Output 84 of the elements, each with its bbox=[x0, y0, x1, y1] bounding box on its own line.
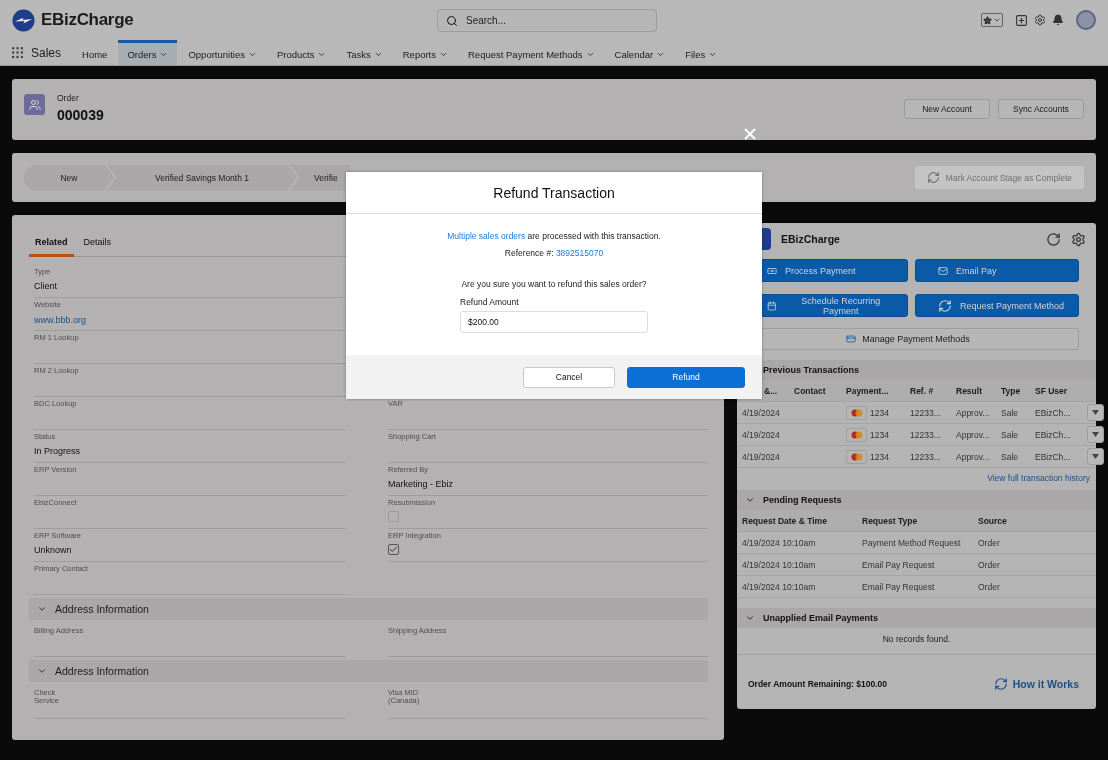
column-header: Payment... bbox=[846, 385, 890, 396]
nav-tab[interactable]: Reports bbox=[393, 40, 457, 65]
search-field[interactable]: Search... bbox=[437, 8, 657, 32]
panel-title: EBizCharge bbox=[781, 233, 840, 245]
column-header: &... bbox=[763, 385, 779, 396]
section-header[interactable]: Address Information bbox=[29, 660, 708, 682]
table-cell-text: Approv... bbox=[956, 451, 991, 462]
table-cell-text: Payment Method Request bbox=[862, 537, 962, 548]
table-cell-text: 12233... bbox=[910, 407, 942, 418]
refund-button[interactable]: Refund bbox=[627, 366, 745, 388]
amount-remaining: Order Amount Remaining: $100.00 bbox=[748, 679, 888, 689]
table-cell-text: Sale bbox=[1001, 451, 1019, 462]
reference-link[interactable]: 3892515070 bbox=[555, 248, 604, 258]
field-value: Unknown bbox=[34, 545, 73, 556]
column-header: Type bbox=[1001, 385, 1022, 396]
question-text: Are you sure you want to refund this sales order? bbox=[461, 279, 647, 289]
section-header[interactable]: Address Information bbox=[29, 598, 708, 620]
table-cell-text: Email Pay Request bbox=[862, 581, 936, 592]
path-stage[interactable]: Verifie bbox=[290, 164, 350, 191]
table-cell: 1234 bbox=[870, 451, 889, 462]
nav-tab[interactable]: Calendar bbox=[605, 40, 675, 65]
table-cell-text: Sale bbox=[1001, 429, 1019, 440]
table-cell-text: Order bbox=[978, 559, 1001, 570]
table-cell-text: 4/19/2024 bbox=[742, 429, 781, 440]
column-header: Request Date & Time bbox=[742, 515, 828, 526]
nav-tab[interactable]: Products bbox=[267, 40, 336, 65]
nav-tab[interactable]: Request Payment Methods bbox=[459, 40, 604, 65]
nav-tab[interactable]: Files bbox=[676, 40, 727, 65]
table-cell-text: EBizCh... bbox=[1035, 429, 1072, 440]
section-header[interactable]: Pending Requests bbox=[737, 490, 1096, 510]
header-button[interactable]: New Account bbox=[904, 99, 990, 119]
nav-tab[interactable]: Opportunities bbox=[179, 40, 266, 65]
column-header: Source bbox=[978, 515, 1008, 526]
tab[interactable]: Related bbox=[29, 232, 74, 257]
path-stage[interactable]: New bbox=[24, 164, 114, 191]
refund-amount-field[interactable]: $200.00 bbox=[460, 311, 648, 333]
brand-name: EBizCharge bbox=[41, 10, 134, 30]
action-button[interactable]: Email Pay bbox=[915, 259, 1079, 282]
sales-orders-link[interactable]: Multiple sales orders bbox=[447, 231, 526, 241]
table-cell-text: 4/19/2024 bbox=[742, 407, 781, 418]
cancel-button[interactable]: Cancel bbox=[523, 366, 615, 388]
record-type: Order bbox=[57, 93, 80, 103]
how-it-works-link[interactable]: How it Works bbox=[993, 677, 1079, 691]
dialog-title: Refund Transaction bbox=[493, 184, 615, 201]
table-cell-text: EBizCh... bbox=[1035, 451, 1072, 462]
tab[interactable]: Details bbox=[77, 232, 118, 257]
field-value: Client bbox=[34, 281, 58, 292]
table-cell-text: 4/19/2024 bbox=[742, 451, 781, 462]
column-header: Contact bbox=[794, 385, 827, 396]
nav-tab[interactable]: Orders bbox=[118, 40, 178, 65]
action-button[interactable]: Request Payment Method bbox=[915, 294, 1079, 317]
table-cell-text: EBizCh... bbox=[1035, 407, 1072, 418]
notice-text: Multiple sales orders are processed with this transaction. bbox=[447, 231, 661, 241]
table-cell-text: Order bbox=[978, 581, 1001, 592]
column-header: Ref. # bbox=[910, 385, 935, 396]
table-cell: 1234 bbox=[870, 407, 889, 418]
record-number: 000039 bbox=[57, 107, 104, 123]
table-cell-text: 4/19/2024 10:10am bbox=[742, 537, 817, 548]
table-cell-text: 12233... bbox=[910, 429, 942, 440]
field-label: Refund Amount bbox=[460, 297, 520, 307]
nav-tab[interactable]: Tasks bbox=[337, 40, 392, 65]
table-cell: 1234 bbox=[870, 429, 889, 440]
table-cell-text: 4/19/2024 10:10am bbox=[742, 559, 817, 570]
section-header[interactable]: Unapplied Email Payments bbox=[737, 608, 1096, 628]
table-cell-text: 12233... bbox=[910, 451, 942, 462]
table-cell-text: Order bbox=[978, 537, 1001, 548]
table-cell-text: Approv... bbox=[956, 407, 991, 418]
table-cell-text: Approv... bbox=[956, 429, 991, 440]
table-cell-text: Sale bbox=[1001, 407, 1019, 418]
field-value: Marketing - Ebiz bbox=[388, 479, 455, 490]
table-cell-text: 4/19/2024 10:10am bbox=[742, 581, 817, 592]
reference-text: Reference #: 3892515070 bbox=[504, 248, 604, 258]
empty-message: No records found. bbox=[737, 628, 1096, 655]
column-header: SF User bbox=[1035, 385, 1069, 396]
header-button[interactable]: Sync Accounts bbox=[998, 99, 1084, 119]
table-cell-text: Email Pay Request bbox=[862, 559, 936, 570]
field-value: In Progress bbox=[34, 446, 82, 457]
website-link[interactable]: www.bbb.org bbox=[34, 315, 87, 326]
history-link[interactable]: View full transaction history bbox=[737, 468, 1096, 490]
column-header: Result bbox=[956, 385, 983, 396]
nav-tab[interactable]: Home bbox=[73, 40, 117, 65]
path-stage[interactable]: Verified Savings Month 1 bbox=[107, 164, 297, 191]
app-name: Sales bbox=[31, 45, 62, 60]
column-header: Request Type bbox=[862, 515, 919, 526]
